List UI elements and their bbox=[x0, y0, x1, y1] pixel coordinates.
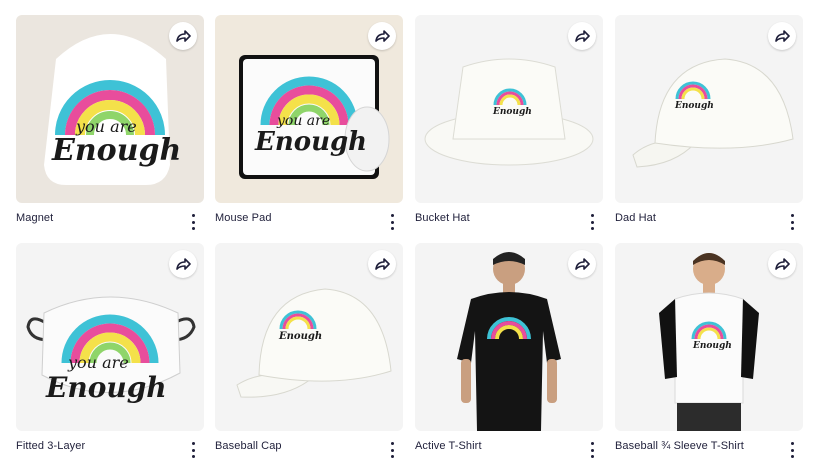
share-arrow-icon bbox=[375, 258, 390, 270]
share-arrow-icon bbox=[575, 30, 590, 42]
product-image-magnet[interactable]: you are Enough bbox=[16, 15, 204, 203]
more-vertical-icon bbox=[790, 214, 794, 217]
share-button[interactable] bbox=[169, 250, 197, 278]
product-image-baseball-cap[interactable]: Enough bbox=[215, 243, 403, 431]
product-image-bucket-hat[interactable]: Enough bbox=[415, 15, 603, 203]
product-image-mask[interactable]: you are Enough bbox=[16, 243, 204, 431]
more-options-button[interactable] bbox=[385, 442, 399, 458]
more-options-button[interactable] bbox=[585, 214, 599, 230]
more-options-button[interactable] bbox=[385, 214, 399, 230]
design-text-small: Enough bbox=[675, 101, 714, 111]
product-label[interactable]: Baseball ¾ Sleeve T-Shirt bbox=[615, 440, 744, 452]
share-button[interactable] bbox=[568, 250, 596, 278]
design-text-large: Enough bbox=[255, 127, 368, 157]
product-label[interactable]: Bucket Hat bbox=[415, 212, 470, 224]
product-image-active-tshirt[interactable] bbox=[415, 243, 603, 431]
more-vertical-icon bbox=[590, 442, 594, 445]
share-arrow-icon bbox=[775, 30, 790, 42]
design-text-small: you are bbox=[68, 353, 129, 372]
share-button[interactable] bbox=[169, 22, 197, 50]
design-text-small: Enough bbox=[493, 107, 532, 117]
more-vertical-icon bbox=[390, 214, 394, 217]
more-options-button[interactable] bbox=[186, 442, 200, 458]
share-arrow-icon bbox=[775, 258, 790, 270]
share-arrow-icon bbox=[375, 30, 390, 42]
share-arrow-icon bbox=[575, 258, 590, 270]
product-label[interactable]: Mouse Pad bbox=[215, 212, 272, 224]
product-image-baseball-sleeve-tshirt[interactable]: Enough bbox=[615, 243, 803, 431]
more-options-button[interactable] bbox=[186, 214, 200, 230]
share-button[interactable] bbox=[768, 22, 796, 50]
product-label[interactable]: Active T-Shirt bbox=[415, 440, 482, 452]
design-text-large: Enough bbox=[52, 133, 182, 168]
more-vertical-icon bbox=[191, 214, 195, 217]
product-label[interactable]: Dad Hat bbox=[615, 212, 656, 224]
product-label[interactable]: Fitted 3-Layer bbox=[16, 440, 85, 452]
design-text-large: Enough bbox=[46, 371, 167, 404]
design-text-small: Enough bbox=[693, 341, 732, 351]
more-vertical-icon bbox=[590, 214, 594, 217]
product-image-dad-hat[interactable]: Enough bbox=[615, 15, 803, 203]
share-button[interactable] bbox=[568, 22, 596, 50]
share-button[interactable] bbox=[368, 250, 396, 278]
share-arrow-icon bbox=[176, 258, 191, 270]
product-image-mouse-pad[interactable]: you are Enough bbox=[215, 15, 403, 203]
more-vertical-icon bbox=[790, 442, 794, 445]
more-options-button[interactable] bbox=[785, 214, 799, 230]
share-button[interactable] bbox=[768, 250, 796, 278]
design-text-small: Enough bbox=[279, 331, 323, 342]
product-label[interactable]: Baseball Cap bbox=[215, 440, 282, 452]
more-vertical-icon bbox=[191, 442, 195, 445]
share-button[interactable] bbox=[368, 22, 396, 50]
more-options-button[interactable] bbox=[585, 442, 599, 458]
more-vertical-icon bbox=[390, 442, 394, 445]
share-arrow-icon bbox=[176, 30, 191, 42]
product-label[interactable]: Magnet bbox=[16, 212, 53, 224]
more-options-button[interactable] bbox=[785, 442, 799, 458]
